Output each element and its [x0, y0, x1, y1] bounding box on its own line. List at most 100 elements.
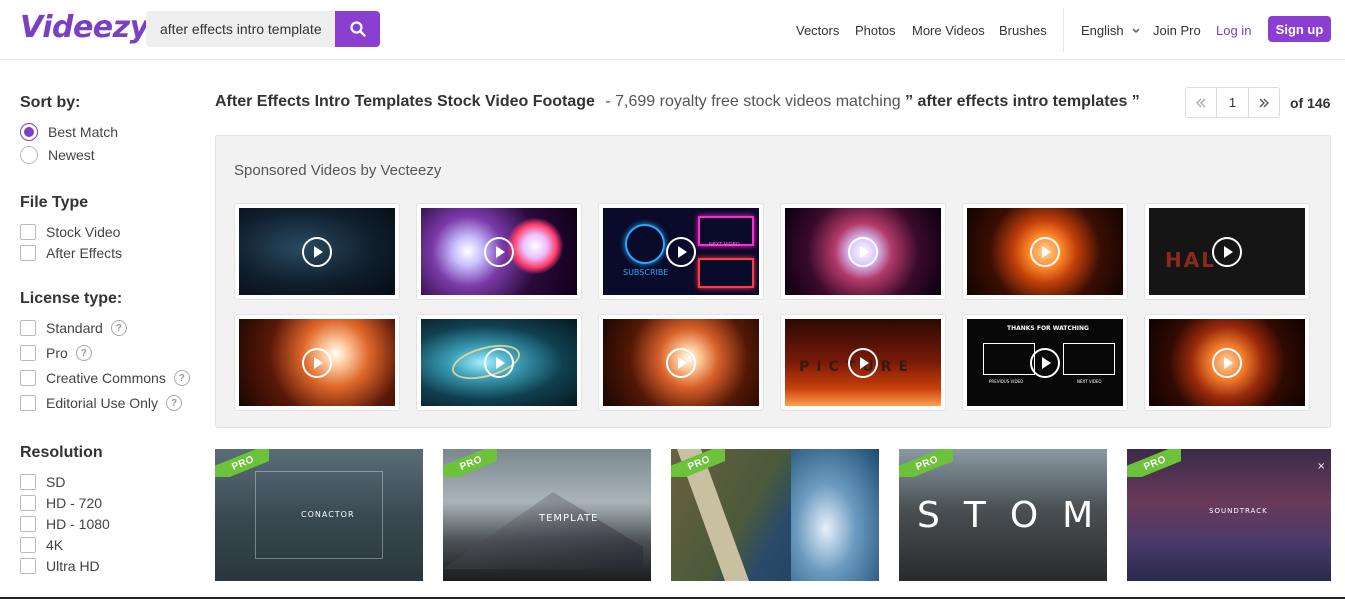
thanks-text: THANKS FOR WATCHING — [1007, 325, 1089, 332]
header-divider — [1063, 8, 1064, 52]
nav-more-videos[interactable]: More Videos — [912, 23, 985, 38]
resolution-sd[interactable]: SD — [20, 473, 65, 491]
play-icon — [1212, 236, 1242, 267]
sort-newest[interactable]: Newest — [20, 146, 95, 164]
help-icon[interactable]: ? — [173, 370, 190, 386]
pro-video-card[interactable]: SOUNDTRACK × PRO — [1127, 449, 1331, 581]
pro-card-text: TEMPLATE — [539, 513, 599, 524]
sponsored-video-thumb[interactable] — [234, 203, 400, 300]
page-number-input[interactable]: 1 — [1216, 88, 1249, 117]
play-icon — [484, 236, 514, 267]
sponsored-video-thumb[interactable]: PICTURE — [780, 314, 946, 411]
language-dropdown[interactable]: English — [1081, 23, 1141, 38]
license-creative-commons[interactable]: Creative Commons ? — [20, 369, 190, 387]
results-heading: After Effects Intro Templates Stock Vide… — [215, 93, 1140, 111]
subscribe-text: SUBSCRIBE — [623, 268, 669, 277]
checkbox[interactable] — [20, 495, 36, 511]
videezy-logo[interactable]: Videezy — [20, 10, 149, 45]
checkbox[interactable] — [20, 395, 36, 411]
next-video-text: NEXT VIDEO — [1077, 379, 1102, 384]
search-input[interactable] — [146, 11, 335, 47]
help-icon[interactable]: ? — [75, 345, 92, 361]
checkbox[interactable] — [20, 516, 36, 532]
pro-badge: PRO — [899, 449, 953, 477]
sponsored-video-thumb[interactable] — [416, 314, 582, 411]
results-count: - 7,699 royalty free stock videos matchi… — [605, 93, 901, 110]
nav-photos[interactable]: Photos — [855, 23, 895, 38]
pro-video-card[interactable]: PRO — [671, 449, 879, 581]
resolution-hd-1080[interactable]: HD - 1080 — [20, 515, 110, 533]
pro-badge-label: PRO — [899, 449, 953, 477]
double-chevron-right-icon — [1259, 98, 1269, 107]
prev-page-button[interactable] — [1186, 88, 1216, 117]
sponsored-video-thumb[interactable] — [234, 314, 400, 411]
thumbnail-image — [967, 208, 1123, 295]
checkbox[interactable] — [20, 245, 36, 261]
join-pro-link[interactable]: Join Pro — [1153, 23, 1201, 38]
checkbox[interactable] — [20, 474, 36, 490]
search-bar — [146, 11, 380, 47]
checkbox[interactable] — [20, 370, 36, 386]
play-icon — [848, 347, 878, 378]
play-icon — [666, 347, 696, 378]
pro-video-card[interactable]: CONACTOR PRO — [215, 449, 423, 581]
radio-unselected[interactable] — [20, 146, 38, 164]
filter-label: HD - 1080 — [46, 516, 110, 532]
license-pro[interactable]: Pro ? — [20, 344, 92, 362]
checkbox[interactable] — [20, 320, 36, 336]
previous-video-text: PREVIOUS VIDEO — [989, 379, 1024, 384]
pro-badge-label: PRO — [443, 449, 497, 477]
sponsored-video-thumb[interactable] — [416, 203, 582, 300]
resolution-hd-720[interactable]: HD - 720 — [20, 494, 102, 512]
total-pages: of 146 — [1290, 95, 1331, 111]
pro-badge-label: PRO — [215, 449, 269, 477]
sponsored-video-thumb[interactable]: HAL — [1144, 203, 1310, 300]
sponsored-video-thumb[interactable] — [598, 314, 764, 411]
language-label: English — [1081, 23, 1124, 38]
thumbnail-image — [239, 319, 395, 406]
help-icon[interactable]: ? — [110, 320, 127, 336]
play-icon — [302, 347, 332, 378]
sponsored-video-thumb[interactable]: THANKS FOR WATCHING PREVIOUS VIDEO NEXT … — [962, 314, 1128, 411]
sort-by-heading: Sort by: — [20, 94, 81, 111]
filter-label: Ultra HD — [46, 558, 100, 574]
resolution-4k[interactable]: 4K — [20, 536, 63, 554]
thumbnail-image — [239, 208, 395, 295]
resolution-heading: Resolution — [20, 444, 103, 461]
chevron-down-icon — [1132, 28, 1140, 33]
pro-video-card[interactable]: STOMP PRO — [899, 449, 1107, 581]
login-link[interactable]: Log in — [1216, 23, 1251, 38]
pro-video-card[interactable]: TEMPLATE PRO — [443, 449, 651, 581]
nav-vectors[interactable]: Vectors — [796, 23, 839, 38]
help-icon[interactable]: ? — [166, 395, 183, 411]
sponsored-video-thumb[interactable] — [962, 203, 1128, 300]
play-icon — [1212, 347, 1242, 378]
filter-label: 4K — [46, 537, 64, 553]
search-button[interactable] — [335, 11, 380, 47]
file-type-stock-video[interactable]: Stock Video — [20, 223, 120, 241]
nav-brushes[interactable]: Brushes — [999, 23, 1047, 38]
file-type-after-effects[interactable]: After Effects — [20, 244, 122, 262]
radio-selected[interactable] — [20, 123, 38, 141]
sort-best-match[interactable]: Best Match — [20, 123, 118, 141]
license-type-heading: License type: — [20, 290, 123, 307]
pro-badge: PRO — [1127, 449, 1181, 477]
checkbox[interactable] — [20, 558, 36, 574]
pro-card-text: CONACTOR — [301, 510, 355, 519]
sponsored-video-thumb[interactable] — [780, 203, 946, 300]
resolution-ultra-hd[interactable]: Ultra HD — [20, 557, 100, 575]
checkbox[interactable] — [20, 537, 36, 553]
checkbox[interactable] — [20, 224, 36, 240]
play-icon — [1030, 236, 1060, 267]
sponsored-video-thumb[interactable]: SUBSCRIBE NEXT VIDEO — [598, 203, 764, 300]
thumbnail-image — [421, 208, 577, 295]
play-icon — [302, 236, 332, 267]
license-editorial[interactable]: Editorial Use Only ? — [20, 394, 183, 412]
sponsored-video-thumb[interactable] — [1144, 314, 1310, 411]
checkbox[interactable] — [20, 345, 36, 361]
next-page-button[interactable] — [1249, 88, 1279, 117]
signup-button[interactable]: Sign up — [1268, 16, 1331, 42]
filter-label: Creative Commons — [46, 370, 166, 386]
double-chevron-left-icon — [1196, 98, 1206, 107]
license-standard[interactable]: Standard ? — [20, 319, 127, 337]
